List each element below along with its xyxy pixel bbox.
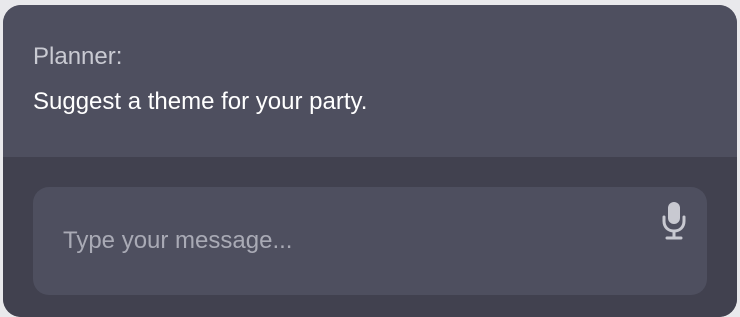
message-composer [3, 157, 737, 317]
microphone-icon [662, 202, 686, 240]
chat-card: Planner: Suggest a theme for your party. [3, 5, 737, 317]
message-input[interactable] [33, 187, 633, 295]
speaker-label: Planner: [33, 43, 123, 70]
microphone-button[interactable] [655, 201, 693, 241]
message-input-box [33, 187, 707, 295]
message-panel: Planner: Suggest a theme for your party. [3, 5, 737, 157]
message-text: Suggest a theme for your party. [33, 88, 368, 115]
